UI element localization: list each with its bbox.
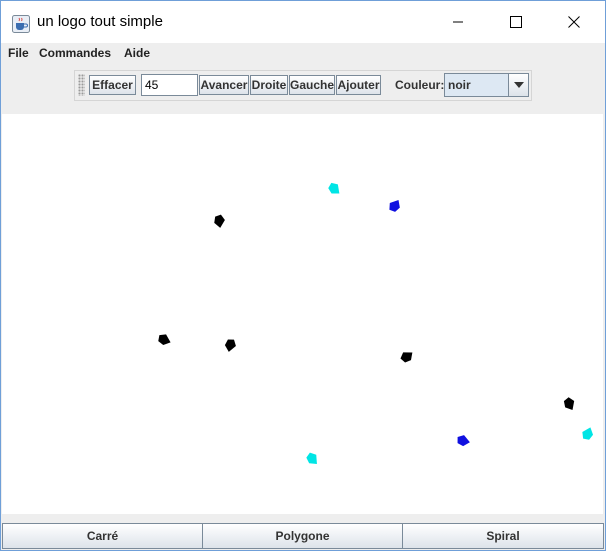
window-title: un logo tout simple <box>37 13 163 30</box>
effacer-button[interactable]: Effacer <box>89 75 136 95</box>
close-button[interactable] <box>545 1 603 43</box>
minimize-button[interactable] <box>429 1 487 43</box>
java-cup-icon <box>12 15 30 33</box>
couleur-label: Couleur: <box>395 78 445 92</box>
color-select[interactable]: noir <box>444 73 529 97</box>
turtle-marker <box>214 214 225 228</box>
turtle-marker <box>328 182 340 194</box>
chevron-down-icon <box>513 82 524 88</box>
turtle-marker <box>224 339 236 352</box>
toolbar-drag-handle[interactable] <box>78 74 85 96</box>
menu-file[interactable]: File <box>8 46 29 60</box>
close-icon <box>568 16 580 28</box>
menu-commandes[interactable]: Commandes <box>39 46 111 60</box>
turtle-marker <box>563 397 575 411</box>
app-window: un logo tout simple File Commandes Aide … <box>0 0 606 551</box>
minimize-icon <box>453 21 463 23</box>
color-select-arrow[interactable] <box>508 74 528 96</box>
turtle-marker <box>582 427 594 440</box>
gauche-button[interactable]: Gauche <box>289 75 335 95</box>
ajouter-button[interactable]: Ajouter <box>336 75 381 95</box>
title-bar: un logo tout simple <box>1 1 605 43</box>
maximize-button[interactable] <box>487 1 545 43</box>
turtle-marker <box>306 452 317 464</box>
drawing-canvas[interactable] <box>2 114 603 514</box>
maximize-icon <box>510 16 522 28</box>
bottom-button-bar: Carré Polygone Spiral <box>1 522 605 550</box>
turtle-marker <box>457 435 470 447</box>
avancer-button[interactable]: Avancer <box>199 75 249 95</box>
turtle-marker <box>389 199 400 212</box>
menu-bar: File Commandes Aide <box>1 43 605 65</box>
color-select-value: noir <box>448 78 471 92</box>
toolbar: Effacer Avancer Droite Gauche Ajouter Co… <box>74 70 532 101</box>
turtle-marker <box>400 352 413 363</box>
menu-aide[interactable]: Aide <box>124 46 150 60</box>
polygone-button[interactable]: Polygone <box>202 523 403 549</box>
carre-button[interactable]: Carré <box>2 523 203 549</box>
droite-button[interactable]: Droite <box>250 75 288 95</box>
spiral-button[interactable]: Spiral <box>402 523 604 549</box>
step-input[interactable] <box>141 74 198 96</box>
turtle-marker <box>158 334 171 346</box>
